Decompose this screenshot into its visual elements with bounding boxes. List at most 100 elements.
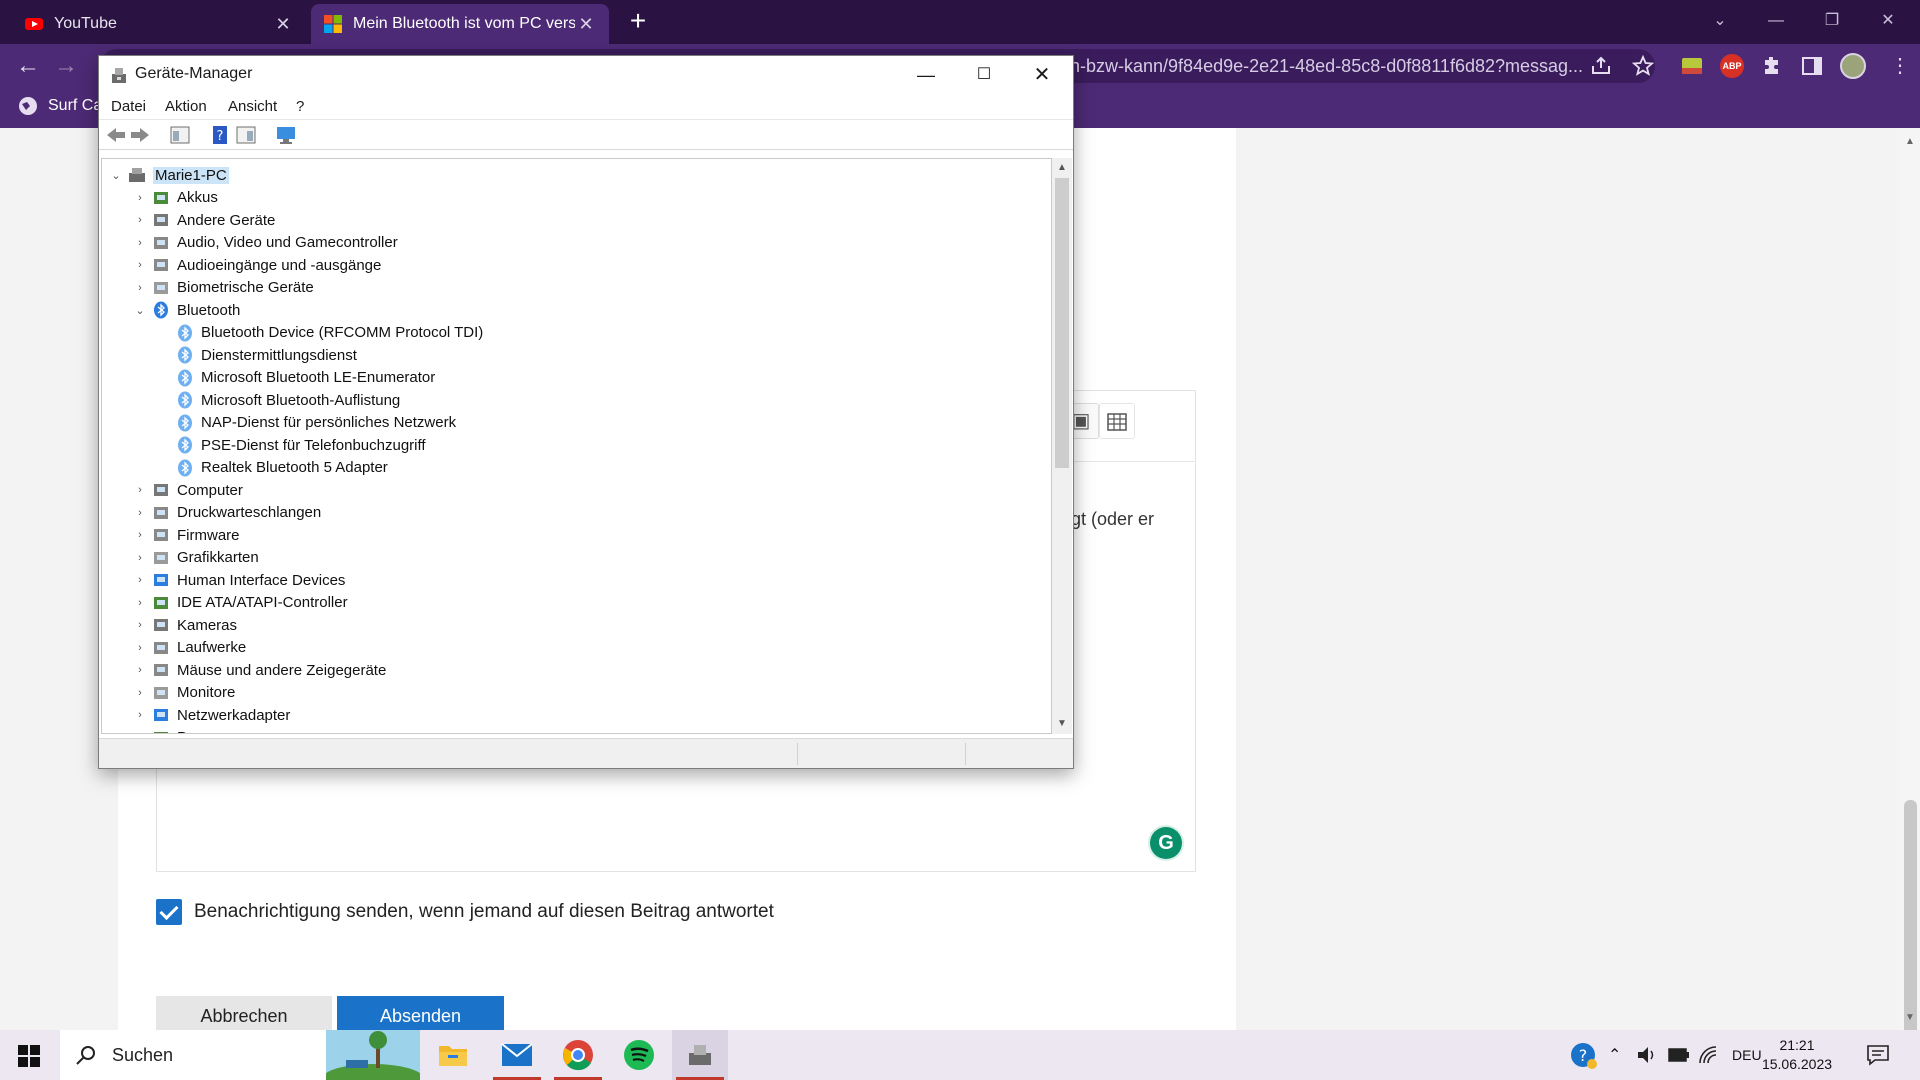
tree-category-item[interactable]: › IDE ATA/ATAPI-Controller — [132, 592, 347, 614]
expand-chevron-icon[interactable]: › — [132, 552, 148, 564]
tree-category-item[interactable]: › Monitore — [132, 682, 235, 704]
close-window-button[interactable]: ✕ — [1868, 6, 1908, 36]
tree-scrollbar[interactable]: ▲ ▼ — [1052, 158, 1072, 734]
tab-youtube[interactable]: YouTube ✕ — [12, 4, 306, 44]
tree-category-item[interactable]: › Computer — [132, 479, 243, 501]
tree-category-item[interactable]: › Grafikkarten — [132, 547, 259, 569]
expand-chevron-icon[interactable]: › — [132, 642, 148, 654]
new-tab-button[interactable]: + — [624, 7, 652, 36]
tree-category-item[interactable]: › Audioeingänge und -ausgänge — [132, 254, 381, 276]
tree-device-item[interactable]: NAP-Dienst für persönliches Netzwerk — [156, 412, 456, 434]
tree-category-item[interactable]: › Laufwerke — [132, 637, 246, 659]
menu-kebab-icon[interactable]: ⋮ — [1884, 50, 1916, 82]
notify-checkbox[interactable] — [156, 899, 182, 925]
battery-icon[interactable] — [1668, 1047, 1690, 1063]
taskbar-search[interactable]: Suchen — [60, 1030, 420, 1080]
chrome-app[interactable] — [550, 1030, 606, 1080]
table-icon[interactable] — [1099, 403, 1135, 439]
device-tree[interactable]: ⌄ Marie1-PC › Akkus › Andere Geräte › Audio, … — [101, 158, 1052, 734]
notification-center-icon[interactable] — [1866, 1044, 1890, 1066]
expand-chevron-icon[interactable]: › — [132, 237, 148, 249]
page-scroll-thumb[interactable] — [1904, 800, 1917, 1040]
expand-chevron-icon[interactable]: › — [132, 214, 148, 226]
tree-category-item[interactable]: › Akkus — [132, 187, 218, 209]
cancel-button[interactable]: Abbrechen — [156, 996, 332, 1032]
expand-chevron-icon[interactable]: › — [132, 732, 148, 734]
expand-chevron-icon[interactable]: › — [132, 574, 148, 586]
expand-chevron-icon[interactable]: › — [132, 192, 148, 204]
expand-chevron-icon[interactable]: › — [132, 484, 148, 496]
menu-aktion[interactable]: Aktion — [165, 98, 207, 115]
grammarly-icon[interactable]: G — [1150, 827, 1182, 859]
tree-category-item[interactable]: › Biometrische Geräte — [132, 277, 314, 299]
expand-chevron-icon[interactable]: › — [132, 597, 148, 609]
expand-chevron-icon[interactable]: › — [132, 259, 148, 271]
collapse-chevron-icon[interactable]: ⌄ — [108, 169, 124, 182]
expand-chevron-icon[interactable]: › — [132, 507, 148, 519]
adblock-icon[interactable]: ABP — [1720, 54, 1744, 78]
extensions-puzzle-icon[interactable] — [1760, 54, 1784, 78]
expand-chevron-icon[interactable]: › — [132, 687, 148, 699]
expand-chevron-icon[interactable]: › — [132, 529, 148, 541]
tree-category-item[interactable]: › Kameras — [132, 614, 237, 636]
device-manager-app[interactable] — [672, 1030, 728, 1080]
windows-start-icon[interactable] — [18, 1045, 40, 1067]
profile-avatar[interactable] — [1840, 53, 1866, 79]
expand-chevron-icon[interactable]: › — [132, 619, 148, 631]
close-button[interactable]: ✕ — [1013, 56, 1071, 94]
page-scrollbar[interactable]: ▲ ▼ — [1900, 128, 1920, 1040]
side-panel-icon[interactable] — [1800, 54, 1824, 78]
extension-green-icon[interactable] — [1680, 54, 1704, 78]
forward-arrow-icon[interactable] — [129, 124, 151, 146]
expand-chevron-icon[interactable]: › — [132, 282, 148, 294]
minimize-button[interactable]: — — [897, 56, 955, 94]
tree-device-item[interactable]: Microsoft Bluetooth LE-Enumerator — [156, 367, 435, 389]
tab-bluetooth-thread[interactable]: Mein Bluetooth ist vom PC verschwunden ✕ — [311, 4, 609, 44]
properties-view-icon[interactable] — [169, 124, 191, 146]
scroll-down-icon[interactable]: ▼ — [1904, 1012, 1916, 1023]
close-tab-icon[interactable]: ✕ — [272, 14, 294, 35]
wifi-icon[interactable] — [1698, 1045, 1720, 1065]
collapse-chevron-icon[interactable]: ⌄ — [132, 304, 148, 317]
tree-category-item[interactable]: › Human Interface Devices — [132, 569, 345, 591]
scroll-up-icon[interactable]: ▲ — [1052, 162, 1072, 173]
spotify-app[interactable] — [611, 1030, 667, 1080]
tree-category-item[interactable]: › Audio, Video und Gamecontroller — [132, 232, 398, 254]
menu-datei[interactable]: Datei — [111, 98, 146, 115]
scroll-up-icon[interactable]: ▲ — [1904, 136, 1916, 147]
tree-category-item[interactable]: › Mäuse und andere Zeigegeräte — [132, 659, 386, 681]
scroll-down-icon[interactable]: ▼ — [1052, 718, 1072, 729]
volume-icon[interactable] — [1636, 1045, 1658, 1065]
tray-expand-icon[interactable]: ⌃ — [1608, 1030, 1621, 1080]
expand-chevron-icon[interactable]: › — [132, 709, 148, 721]
tree-device-item[interactable]: Bluetooth Device (RFCOMM Protocol TDI) — [156, 322, 483, 344]
forward-button[interactable]: → — [50, 50, 82, 82]
help-book-icon[interactable]: ? — [209, 124, 231, 146]
back-arrow-icon[interactable] — [105, 124, 127, 146]
send-button[interactable]: Absenden — [337, 996, 504, 1032]
bookmark-surf-canyon[interactable]: Surf Car — [18, 96, 108, 116]
bookmark-star-icon[interactable] — [1631, 54, 1655, 78]
clock[interactable]: 21:21 15.06.2023 — [1760, 1036, 1834, 1074]
restore-button[interactable]: ❐ — [1812, 6, 1852, 36]
language-indicator[interactable]: DEU — [1732, 1030, 1762, 1080]
mail-app[interactable] — [489, 1030, 545, 1080]
expand-chevron-icon[interactable]: › — [132, 664, 148, 676]
tree-category-item[interactable]: › Druckwarteschlangen — [132, 502, 321, 524]
back-button[interactable]: ← — [12, 50, 44, 82]
menu-help[interactable]: ? — [296, 98, 304, 115]
tree-category-item[interactable]: › Netzwerkadapter — [132, 704, 290, 726]
menu-ansicht[interactable]: Ansicht — [228, 98, 277, 115]
file-explorer-app[interactable] — [425, 1030, 481, 1080]
scan-hardware-icon[interactable] — [275, 124, 297, 146]
tree-device-item[interactable]: PSE-Dienst für Telefonbuchzugriff — [156, 434, 426, 456]
share-icon[interactable] — [1589, 54, 1613, 78]
minimize-button[interactable]: — — [1756, 6, 1796, 36]
notify-option[interactable]: Benachrichtigung senden, wenn jemand auf… — [156, 899, 774, 925]
maximize-button[interactable]: ☐ — [955, 56, 1013, 94]
tree-category-item[interactable]: ⌄ Bluetooth — [132, 299, 240, 321]
tree-device-item[interactable]: Microsoft Bluetooth-Auflistung — [156, 389, 400, 411]
tree-device-item[interactable]: Realtek Bluetooth 5 Adapter — [156, 457, 388, 479]
tab-search-icon[interactable]: ⌄ — [1700, 6, 1740, 36]
tree-category-item[interactable]: › Firmware — [132, 524, 239, 546]
